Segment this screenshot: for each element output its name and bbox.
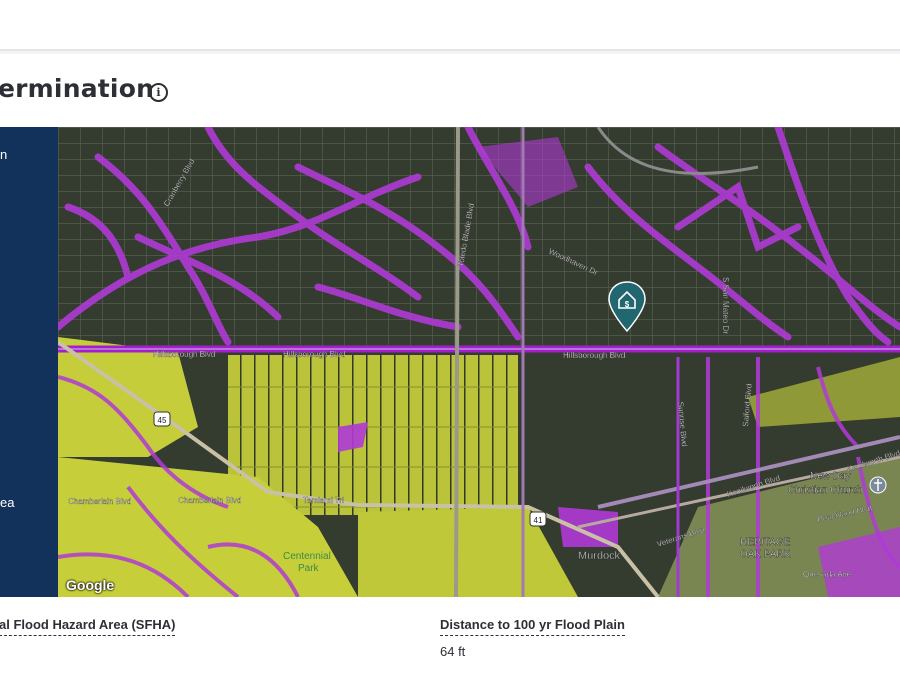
street-label: Hillsborough Blvd bbox=[153, 350, 215, 359]
street-label: Hillsborough Blvd bbox=[283, 350, 345, 359]
street-label: Chamberlain Blvd bbox=[178, 496, 241, 505]
street-label: S San Mateo Dr bbox=[721, 277, 730, 334]
svg-text:45: 45 bbox=[158, 416, 167, 425]
page: ermination i n ea 45 41 Hillsborough Blv… bbox=[0, 0, 900, 675]
place-label-heritage: HERITAGE bbox=[740, 537, 791, 548]
google-attribution: Google bbox=[66, 577, 115, 593]
street-label: Hillsborough Blvd bbox=[563, 351, 625, 360]
place-label-park: Centennial bbox=[283, 551, 331, 562]
street-label: Chamberlain Blvd bbox=[68, 497, 131, 506]
place-label-church: Christian Church bbox=[788, 485, 862, 496]
place-label-heritage: OAK PARK bbox=[740, 549, 791, 560]
distance-value: 64 ft bbox=[440, 644, 466, 659]
info-icon[interactable]: i bbox=[149, 83, 168, 102]
svg-text:41: 41 bbox=[534, 516, 543, 525]
place-label-church: New Day bbox=[810, 471, 851, 482]
left-info-panel: n ea bbox=[0, 127, 58, 597]
left-panel-text-top: n bbox=[0, 147, 8, 162]
highway-shield-45: 45 bbox=[153, 411, 171, 427]
distance-label[interactable]: Distance to 100 yr Flood Plain bbox=[440, 617, 625, 636]
toledo-blade-blvd-road bbox=[454, 127, 460, 597]
svg-text:$: $ bbox=[625, 300, 630, 309]
place-label-park: Park bbox=[298, 563, 320, 574]
street-label: Quesada Ave bbox=[803, 570, 851, 579]
sfha-label[interactable]: al Flood Hazard Area (SFHA) bbox=[0, 617, 176, 636]
church-icon bbox=[869, 476, 887, 494]
section-title: ermination bbox=[0, 74, 155, 103]
place-label-murdock: Murdock bbox=[578, 550, 621, 562]
flood-map[interactable]: 45 41 Hillsborough Blvd Hillsborough Blv… bbox=[58, 127, 900, 597]
top-bar bbox=[0, 0, 900, 51]
highway-shield-41: 41 bbox=[529, 511, 547, 527]
left-panel-text-bottom: ea bbox=[0, 495, 15, 510]
street-label: Tamiami Trl bbox=[303, 496, 344, 505]
